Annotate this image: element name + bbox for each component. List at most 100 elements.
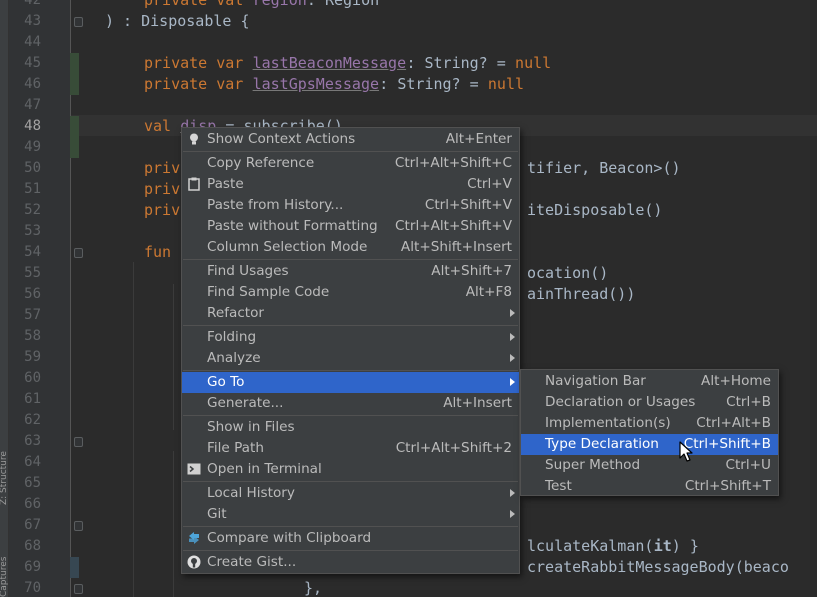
line-number: 66 — [24, 496, 41, 512]
menu-separator — [183, 370, 518, 371]
menu-item-type-declaration[interactable]: Type Declaration Ctrl+Shift+B — [521, 434, 778, 455]
submenu-arrow-icon — [510, 333, 515, 341]
menu-item-compare-with-clipboard[interactable]: Compare with Clipboard — [182, 528, 519, 549]
submenu-arrow-icon — [510, 309, 515, 317]
menu-item-label: Generate... — [207, 395, 284, 411]
fold-toggle-icon[interactable] — [74, 248, 83, 258]
menu-item-show-context-actions[interactable]: Show Context Actions Alt+Enter — [182, 129, 519, 150]
vcs-change-marker[interactable] — [70, 557, 79, 578]
menu-item-label: Analyze — [207, 350, 261, 366]
line-number: 51 — [24, 181, 41, 197]
menu-item-shortcut: Ctrl+U — [725, 457, 771, 473]
line-number: 54 — [24, 244, 41, 260]
menu-item-super-method[interactable]: Super Method Ctrl+U — [521, 455, 778, 476]
menu-item-shortcut: Alt+Enter — [445, 131, 512, 147]
indent-guide — [173, 451, 174, 597]
menu-item-shortcut: Alt+Home — [701, 373, 771, 389]
menu-item-folding[interactable]: Folding — [182, 327, 519, 348]
code-token: null — [515, 54, 552, 72]
code-token: iteDisposable() — [527, 201, 663, 219]
menu-item-label: Type Declaration — [545, 436, 659, 452]
lightbulb-icon — [190, 133, 198, 145]
code-token: it — [653, 537, 672, 555]
code-token: tifier, Beacon>() — [527, 159, 681, 177]
menu-item-git[interactable]: Git — [182, 504, 519, 525]
code-token: ) : Disposable { — [105, 12, 250, 30]
code-token: region — [252, 0, 307, 9]
code-token: }, — [304, 579, 323, 597]
line-number: 67 — [24, 517, 41, 533]
menu-item-label: Git — [207, 506, 227, 522]
menu-item-implementation-s[interactable]: Implementation(s) Ctrl+Alt+B — [521, 413, 778, 434]
structure-tool-tab[interactable]: Z: Structure — [0, 451, 9, 505]
menu-item-label: Show in Files — [207, 419, 295, 435]
menu-separator — [183, 550, 518, 551]
menu-item-label: Column Selection Mode — [207, 239, 368, 255]
code-token: val — [144, 117, 181, 135]
menu-item-refactor[interactable]: Refactor — [182, 303, 519, 324]
line-number: 58 — [24, 328, 41, 344]
menu-item-paste[interactable]: Paste Ctrl+V — [182, 174, 519, 195]
submenu-arrow-icon — [510, 354, 515, 362]
menu-item-find-usages[interactable]: Find Usages Alt+Shift+7 — [182, 261, 519, 282]
code-token: lastBeaconMessage — [252, 54, 407, 72]
menu-item-analyze[interactable]: Analyze — [182, 348, 519, 369]
editor-context-menu: Show Context Actions Alt+Enter Copy Refere… — [181, 127, 520, 574]
menu-item-copy-reference[interactable]: Copy Reference Ctrl+Alt+Shift+C — [182, 153, 519, 174]
line-number: 59 — [24, 349, 41, 365]
code-token: createRabbitMessageBody(beaco — [527, 558, 789, 576]
code-token: private var — [144, 75, 253, 93]
menu-item-find-sample-code[interactable]: Find Sample Code Alt+F8 — [182, 282, 519, 303]
menu-item-label: File Path — [207, 440, 264, 456]
line-number: 70 — [24, 580, 41, 596]
vcs-change-marker[interactable] — [70, 53, 79, 95]
vcs-change-marker[interactable] — [70, 116, 79, 158]
code-token: lculateKalman( — [527, 537, 654, 555]
line-number: 42 — [24, 0, 41, 8]
menu-separator — [183, 526, 518, 527]
line-number: 65 — [24, 475, 41, 491]
menu-item-declaration-or-usages[interactable]: Declaration or Usages Ctrl+B — [521, 392, 778, 413]
menu-item-label: Paste — [207, 176, 244, 192]
code-token: lastGpsMessage — [252, 75, 380, 93]
line-number: 49 — [24, 139, 41, 155]
fold-toggle-icon[interactable] — [74, 521, 83, 531]
indent-guide — [133, 262, 134, 597]
menu-item-shortcut: Ctrl+Shift+V — [424, 197, 512, 213]
mouse-pointer-icon — [679, 441, 693, 462]
submenu-arrow-icon — [510, 510, 515, 518]
line-number: 57 — [24, 307, 41, 323]
fold-toggle-icon[interactable] — [74, 437, 83, 447]
menu-item-paste-from-history[interactable]: Paste from History... Ctrl+Shift+V — [182, 195, 519, 216]
menu-item-test[interactable]: Test Ctrl+Shift+T — [521, 476, 778, 497]
menu-item-column-selection-mode[interactable]: Column Selection Mode Alt+Shift+Insert — [182, 237, 519, 258]
menu-item-generate[interactable]: Generate... Alt+Insert — [182, 393, 519, 414]
code-token: ocation() — [527, 264, 609, 282]
line-number: 44 — [24, 34, 41, 50]
goto-submenu: Navigation Bar Alt+Home Declaration or Usa… — [520, 369, 779, 496]
github-icon — [187, 555, 201, 569]
line-number: 61 — [24, 391, 41, 407]
captures-tool-tab[interactable]: Captures — [0, 557, 9, 597]
menu-item-shortcut: Alt+Shift+Insert — [400, 239, 512, 255]
indent-guide — [173, 284, 174, 430]
menu-item-create-gist[interactable]: Create Gist... — [182, 552, 519, 573]
menu-item-go-to[interactable]: Go To — [182, 372, 519, 393]
menu-item-open-in-terminal[interactable]: Open in Terminal — [182, 459, 519, 480]
menu-item-shortcut: Ctrl+Alt+Shift+2 — [395, 440, 512, 456]
line-number: 48 — [24, 118, 41, 134]
fold-toggle-icon[interactable] — [74, 584, 83, 594]
code-token: private var — [144, 54, 253, 72]
menu-item-label: Implementation(s) — [545, 415, 671, 431]
code-token: : String? = — [406, 54, 515, 72]
fold-toggle-icon[interactable] — [74, 17, 83, 27]
menu-item-navigation-bar[interactable]: Navigation Bar Alt+Home — [521, 371, 778, 392]
menu-item-label: Find Sample Code — [207, 284, 330, 300]
menu-item-show-in-files[interactable]: Show in Files — [182, 417, 519, 438]
menu-item-local-history[interactable]: Local History — [182, 483, 519, 504]
submenu-arrow-icon — [510, 378, 515, 386]
menu-item-paste-without-formatting[interactable]: Paste without Formatting Ctrl+Alt+Shift+V — [182, 216, 519, 237]
menu-item-file-path[interactable]: File Path Ctrl+Alt+Shift+2 — [182, 438, 519, 459]
menu-separator — [183, 151, 518, 152]
compare-icon — [189, 532, 199, 544]
